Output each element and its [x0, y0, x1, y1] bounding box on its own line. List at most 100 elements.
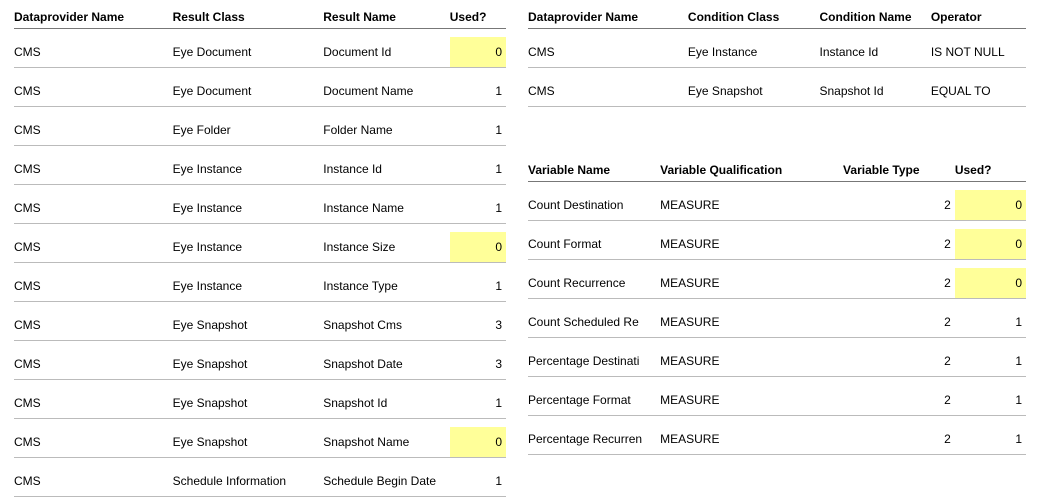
table-row: Percentage DestinatiMEASURE21 [528, 346, 1026, 377]
results-cell-rname: Snapshot Date [323, 349, 450, 380]
results-cell-dp: CMS [14, 154, 173, 185]
results-cell-rname: Snapshot Id [323, 388, 450, 419]
results-cell-rname: Snapshot Name [323, 427, 450, 458]
conditions-cell-cname: Instance Id [820, 37, 931, 68]
variables-cell-vname: Count Recurrence [528, 268, 660, 299]
section-gap [528, 107, 1026, 159]
table-row: CMSEye InstanceInstance Name1 [14, 193, 506, 224]
variables-cell-vqual: MEASURE [660, 307, 843, 338]
results-cell-used: 1 [450, 388, 506, 419]
variables-header-row: Variable Name Variable Qualification Var… [528, 159, 1026, 182]
conditions-header-row: Dataprovider Name Condition Class Condit… [528, 6, 1026, 29]
results-header-rname: Result Name [323, 6, 450, 29]
variables-cell-vname: Percentage Recurren [528, 424, 660, 455]
results-section: Dataprovider Name Result Class Result Na… [14, 6, 506, 497]
results-cell-rclass: Eye Instance [173, 154, 324, 185]
variables-cell-vqual: MEASURE [660, 229, 843, 260]
table-row: CMSEye SnapshotSnapshot Cms3 [14, 310, 506, 341]
table-row: Percentage RecurrenMEASURE21 [528, 424, 1026, 455]
results-cell-rname: Instance Name [323, 193, 450, 224]
variables-header-vtype: Variable Type [843, 159, 955, 182]
variables-cell-vtype: 2 [843, 229, 955, 260]
table-row: CMSEye InstanceInstance Id1 [14, 154, 506, 185]
results-cell-rclass: Eye Snapshot [173, 310, 324, 341]
variables-cell-used: 0 [955, 190, 1026, 221]
table-row: CMSEye SnapshotSnapshot Id1 [14, 388, 506, 419]
table-row: Count Scheduled ReMEASURE21 [528, 307, 1026, 338]
variables-cell-vname: Count Destination [528, 190, 660, 221]
right-column: Dataprovider Name Condition Class Condit… [528, 6, 1026, 455]
conditions-header-dp: Dataprovider Name [528, 6, 688, 29]
conditions-header-cclass: Condition Class [688, 6, 820, 29]
variables-cell-vqual: MEASURE [660, 190, 843, 221]
results-cell-rclass: Eye Instance [173, 193, 324, 224]
variables-cell-vtype: 2 [843, 268, 955, 299]
results-cell-dp: CMS [14, 388, 173, 419]
results-cell-rclass: Eye Snapshot [173, 349, 324, 380]
results-cell-used: 0 [450, 232, 506, 263]
report-page: Dataprovider Name Result Class Result Na… [0, 0, 1040, 501]
variables-cell-vqual: MEASURE [660, 346, 843, 377]
results-cell-rclass: Eye Snapshot [173, 427, 324, 458]
results-cell-dp: CMS [14, 427, 173, 458]
variables-header-vname: Variable Name [528, 159, 660, 182]
variables-cell-used: 1 [955, 307, 1026, 338]
conditions-cell-op: IS NOT NULL [931, 37, 1026, 68]
results-cell-rname: Folder Name [323, 115, 450, 146]
results-cell-rname: Document Name [323, 76, 450, 107]
conditions-header-cname: Condition Name [820, 6, 931, 29]
variables-cell-vtype: 2 [843, 190, 955, 221]
variables-header-used: Used? [955, 159, 1026, 182]
results-header-rclass: Result Class [173, 6, 324, 29]
conditions-cell-cclass: Eye Instance [688, 37, 820, 68]
table-row: CMSEye SnapshotSnapshot Date3 [14, 349, 506, 380]
table-row: Count DestinationMEASURE20 [528, 190, 1026, 221]
variables-cell-used: 1 [955, 424, 1026, 455]
table-row: Count FormatMEASURE20 [528, 229, 1026, 260]
results-cell-rname: Snapshot Cms [323, 310, 450, 341]
conditions-cell-cclass: Eye Snapshot [688, 76, 820, 107]
table-row: Percentage FormatMEASURE21 [528, 385, 1026, 416]
table-row: CMSEye InstanceInstance Size0 [14, 232, 506, 263]
variables-header-vqual: Variable Qualification [660, 159, 843, 182]
conditions-cell-op: EQUAL TO [931, 76, 1026, 107]
table-row: CMSEye InstanceInstance IdIS NOT NULL [528, 37, 1026, 68]
results-cell-dp: CMS [14, 76, 173, 107]
table-row: CMSEye DocumentDocument Name1 [14, 76, 506, 107]
results-cell-dp: CMS [14, 349, 173, 380]
variables-cell-vqual: MEASURE [660, 385, 843, 416]
variables-table: Variable Name Variable Qualification Var… [528, 159, 1026, 455]
results-cell-rclass: Eye Snapshot [173, 388, 324, 419]
results-cell-used: 1 [450, 193, 506, 224]
results-cell-used: 0 [450, 37, 506, 68]
results-cell-rclass: Eye Document [173, 76, 324, 107]
results-table: Dataprovider Name Result Class Result Na… [14, 6, 506, 497]
variables-cell-vtype: 2 [843, 385, 955, 416]
variables-cell-vtype: 2 [843, 424, 955, 455]
results-cell-rclass: Schedule Information [173, 466, 324, 497]
results-cell-dp: CMS [14, 232, 173, 263]
variables-cell-vqual: MEASURE [660, 424, 843, 455]
results-cell-used: 1 [450, 115, 506, 146]
table-row: CMSEye SnapshotSnapshot IdEQUAL TO [528, 76, 1026, 107]
variables-cell-vqual: MEASURE [660, 268, 843, 299]
results-cell-dp: CMS [14, 310, 173, 341]
results-cell-used: 1 [450, 76, 506, 107]
results-cell-rname: Instance Size [323, 232, 450, 263]
table-row: CMSEye DocumentDocument Id0 [14, 37, 506, 68]
conditions-header-op: Operator [931, 6, 1026, 29]
results-cell-rname: Schedule Begin Date [323, 466, 450, 497]
conditions-cell-dp: CMS [528, 37, 688, 68]
table-row: Count RecurrenceMEASURE20 [528, 268, 1026, 299]
variables-cell-used: 0 [955, 229, 1026, 260]
results-cell-rclass: Eye Folder [173, 115, 324, 146]
variables-cell-used: 1 [955, 346, 1026, 377]
results-cell-used: 1 [450, 466, 506, 497]
conditions-cell-cname: Snapshot Id [820, 76, 931, 107]
results-cell-dp: CMS [14, 37, 173, 68]
variables-cell-vtype: 2 [843, 346, 955, 377]
results-cell-dp: CMS [14, 466, 173, 497]
results-cell-rclass: Eye Document [173, 37, 324, 68]
variables-cell-vname: Percentage Format [528, 385, 660, 416]
table-row: CMSEye InstanceInstance Type1 [14, 271, 506, 302]
